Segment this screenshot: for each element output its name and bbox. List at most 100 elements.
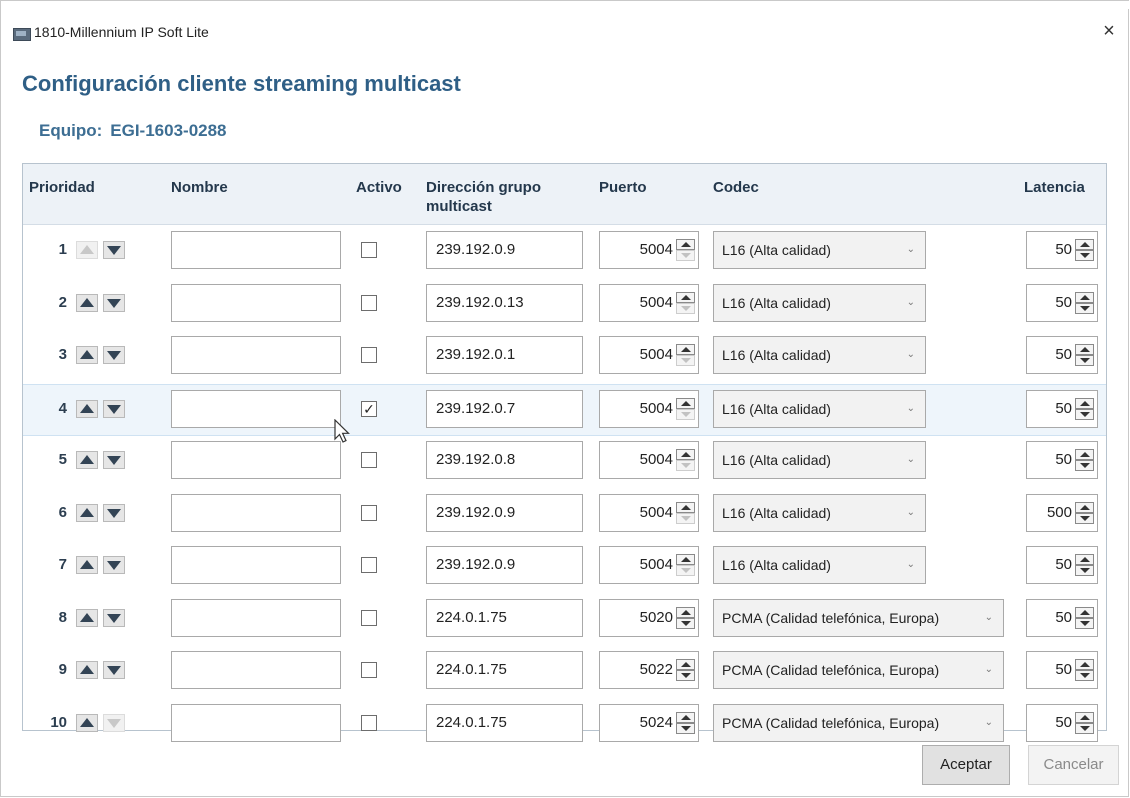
spinner-icon[interactable] <box>676 449 695 471</box>
spinner-icon[interactable] <box>1075 449 1094 471</box>
direccion-input[interactable]: 224.0.1.75 <box>426 598 583 637</box>
spinner-icon[interactable] <box>1075 344 1094 366</box>
codec-select[interactable]: L16 (Alta calidad) ⌄ <box>713 283 926 322</box>
latencia-stepper[interactable]: 500 <box>1026 493 1098 532</box>
puerto-stepper[interactable]: 5004 <box>599 389 699 428</box>
spinner-icon[interactable] <box>1075 554 1094 576</box>
table-row[interactable]: 3 239.192.0.1 5004 L16 (Alta calidad) ⌄ 50 <box>23 331 1106 383</box>
puerto-stepper[interactable]: 5004 <box>599 231 699 269</box>
codec-select[interactable]: L16 (Alta calidad) ⌄ <box>713 231 926 269</box>
nombre-input[interactable] <box>171 231 341 269</box>
codec-select[interactable]: L16 (Alta calidad) ⌄ <box>713 546 926 584</box>
codec-select[interactable]: L16 (Alta calidad) ⌄ <box>713 441 926 479</box>
direccion-input[interactable]: 239.192.0.1 <box>426 336 583 374</box>
arrow-down-icon[interactable] <box>103 451 125 469</box>
arrow-up-icon[interactable] <box>76 399 98 418</box>
table-row[interactable]: 2 239.192.0.13 5004 L16 (Alta calidad) ⌄ 50 <box>23 279 1106 331</box>
nombre-input[interactable] <box>171 336 341 374</box>
spinner-icon[interactable] <box>676 397 695 420</box>
latencia-stepper[interactable]: 50 <box>1026 389 1098 428</box>
spinner-icon[interactable] <box>1075 291 1094 314</box>
direccion-input[interactable]: 239.192.0.8 <box>426 441 583 479</box>
spinner-icon[interactable] <box>1075 659 1094 681</box>
latencia-stepper[interactable]: 50 <box>1026 546 1098 584</box>
nombre-input[interactable] <box>171 703 341 742</box>
activo-checkbox[interactable] <box>361 242 377 258</box>
puerto-stepper[interactable]: 5004 <box>599 283 699 322</box>
arrow-down-icon[interactable] <box>103 399 125 418</box>
arrow-down-icon[interactable] <box>103 346 125 364</box>
arrow-up-icon[interactable] <box>76 661 98 679</box>
latencia-stepper[interactable]: 50 <box>1026 703 1098 742</box>
puerto-stepper[interactable]: 5004 <box>599 336 699 374</box>
codec-select[interactable]: L16 (Alta calidad) ⌄ <box>713 493 926 532</box>
spinner-icon[interactable] <box>676 291 695 314</box>
table-row[interactable]: 1 239.192.0.9 5004 L16 (Alta calidad) ⌄ 50 <box>23 226 1106 278</box>
activo-checkbox[interactable] <box>361 347 377 363</box>
arrow-up-icon[interactable] <box>76 503 98 522</box>
puerto-stepper[interactable]: 5020 <box>599 598 699 637</box>
codec-select[interactable]: L16 (Alta calidad) ⌄ <box>713 336 926 374</box>
spinner-icon[interactable] <box>1075 397 1094 420</box>
cancelar-button[interactable]: Cancelar <box>1028 745 1119 785</box>
arrow-up-icon[interactable] <box>76 556 98 574</box>
nombre-input[interactable] <box>171 651 341 689</box>
codec-select[interactable]: PCMA (Calidad telefónica, Europa) ⌄ <box>713 598 1004 637</box>
puerto-stepper[interactable]: 5004 <box>599 493 699 532</box>
direccion-input[interactable]: 239.192.0.13 <box>426 283 583 322</box>
latencia-stepper[interactable]: 50 <box>1026 651 1098 689</box>
spinner-icon[interactable] <box>676 606 695 629</box>
puerto-stepper[interactable]: 5004 <box>599 441 699 479</box>
codec-select[interactable]: PCMA (Calidad telefónica, Europa) ⌄ <box>713 651 1004 689</box>
spinner-icon[interactable] <box>676 344 695 366</box>
spinner-icon[interactable] <box>1075 239 1094 261</box>
direccion-input[interactable]: 224.0.1.75 <box>426 703 583 742</box>
arrow-down-icon[interactable] <box>103 608 125 627</box>
puerto-stepper[interactable]: 5022 <box>599 651 699 689</box>
table-row[interactable]: 10 224.0.1.75 5024 PCMA (Calidad telefónica… <box>23 699 1106 751</box>
activo-checkbox[interactable] <box>361 557 377 573</box>
codec-select[interactable]: L16 (Alta calidad) ⌄ <box>713 389 926 428</box>
table-row[interactable]: 8 224.0.1.75 5020 PCMA (Calidad telefónica,… <box>23 594 1106 646</box>
spinner-icon[interactable] <box>676 659 695 681</box>
arrow-up-icon[interactable] <box>76 293 98 312</box>
nombre-input[interactable] <box>171 493 341 532</box>
arrow-up-icon[interactable] <box>76 346 98 364</box>
spinner-icon[interactable] <box>676 711 695 734</box>
spinner-icon[interactable] <box>676 501 695 524</box>
activo-checkbox[interactable] <box>361 452 377 468</box>
activo-checkbox[interactable] <box>361 294 377 311</box>
nombre-input[interactable] <box>171 283 341 322</box>
latencia-stepper[interactable]: 50 <box>1026 231 1098 269</box>
spinner-icon[interactable] <box>1075 711 1094 734</box>
table-row[interactable]: 7 239.192.0.9 5004 L16 (Alta calidad) ⌄ 50 <box>23 541 1106 593</box>
direccion-input[interactable]: 239.192.0.9 <box>426 231 583 269</box>
nombre-input[interactable] <box>171 598 341 637</box>
latencia-stepper[interactable]: 50 <box>1026 283 1098 322</box>
activo-checkbox[interactable] <box>361 714 377 731</box>
nombre-input[interactable] <box>171 441 341 479</box>
nombre-input[interactable] <box>171 389 341 428</box>
arrow-down-icon[interactable] <box>103 556 125 574</box>
direccion-input[interactable]: 224.0.1.75 <box>426 651 583 689</box>
table-row[interactable]: 9 224.0.1.75 5022 PCMA (Calidad telefónica,… <box>23 646 1106 698</box>
nombre-input[interactable] <box>171 546 341 584</box>
activo-checkbox[interactable] <box>361 609 377 626</box>
spinner-icon[interactable] <box>1075 501 1094 524</box>
table-row[interactable]: 5 239.192.0.8 5004 L16 (Alta calidad) ⌄ 50 <box>23 436 1106 488</box>
activo-checkbox[interactable] <box>361 662 377 678</box>
puerto-stepper[interactable]: 5024 <box>599 703 699 742</box>
aceptar-button[interactable]: Aceptar <box>922 745 1010 785</box>
table-row[interactable]: 6 239.192.0.9 5004 L16 (Alta calidad) ⌄ 500 <box>23 489 1106 541</box>
spinner-icon[interactable] <box>676 554 695 576</box>
activo-checkbox[interactable]: ✓ <box>361 400 377 417</box>
puerto-stepper[interactable]: 5004 <box>599 546 699 584</box>
latencia-stepper[interactable]: 50 <box>1026 598 1098 637</box>
arrow-up-icon[interactable] <box>76 451 98 469</box>
direccion-input[interactable]: 239.192.0.7 <box>426 389 583 428</box>
activo-checkbox[interactable] <box>361 504 377 521</box>
spinner-icon[interactable] <box>1075 606 1094 629</box>
codec-select[interactable]: PCMA (Calidad telefónica, Europa) ⌄ <box>713 703 1004 742</box>
arrow-down-icon[interactable] <box>103 293 125 312</box>
arrow-down-icon[interactable] <box>103 241 125 259</box>
